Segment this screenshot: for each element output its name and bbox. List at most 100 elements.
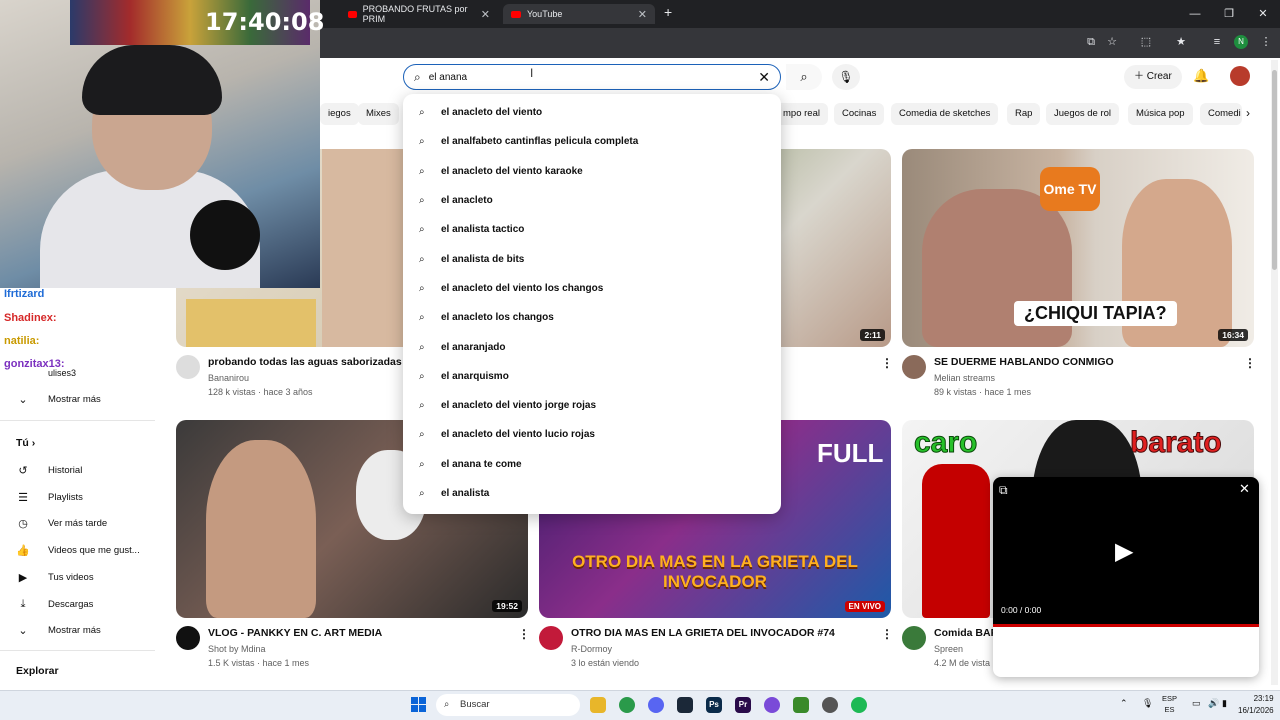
chip[interactable]: Cocinas [834,103,885,125]
show-more-button[interactable]: ⌄ Mostrar más [16,624,100,637]
search-button[interactable]: ⌕ [786,64,822,90]
video-thumbnail[interactable]: Ome TV ¿CHIQUI TAPIA? 16:34 [902,149,1254,347]
chip[interactable]: Comedi [1200,103,1242,125]
sidebar-item-watch-later[interactable]: ◷ Ver más tarde [16,517,107,530]
channel-name[interactable]: Melian streams [934,373,995,383]
chip[interactable]: mpo real [775,103,828,125]
more-options-icon[interactable]: ⋮ [881,356,893,370]
scrollbar-thumb[interactable] [1272,70,1277,270]
windows-start-icon[interactable] [411,697,427,713]
sidebar-item-historial[interactable]: ↺ Historial [16,464,82,477]
sidebar-item-liked[interactable]: 👍 Videos que me gust... [16,544,140,557]
voice-search-icon[interactable]: 🎙 [832,64,860,90]
you-section-header[interactable]: Tú › [16,437,35,449]
premiere-icon[interactable]: Pr [735,697,751,713]
chip[interactable]: Música pop [1128,103,1193,125]
obs-icon[interactable] [822,697,838,713]
install-app-icon[interactable]: ⧉ [1084,35,1098,49]
search-input[interactable]: ⌕ el anana ✕ [403,64,781,90]
media-control-icon[interactable]: ≡ [1210,35,1224,49]
taskbar-search[interactable]: ⌕ Buscar [436,694,580,716]
browser-menu-icon[interactable]: ⋮ [1259,35,1273,49]
notifications-bell-icon[interactable]: 🔔 [1193,68,1209,84]
search-suggestion[interactable]: ⌕ el anacleto del viento lucio rojas [403,420,781,449]
chip[interactable]: Juegos de rol [1046,103,1120,125]
bookmark-star-icon[interactable]: ☆ [1105,35,1119,49]
search-suggestion[interactable]: ⌕ el anacleto del viento karaoke [403,157,781,186]
channel-avatar[interactable] [176,626,200,650]
search-suggestion[interactable]: ⌕ el anacleto del viento los changos [403,274,781,303]
video-title[interactable]: probando todas las aguas saborizadas !! [208,356,412,368]
volume-icon[interactable]: 🔊 [1208,698,1219,709]
search-suggestion[interactable]: ⌕ el anana te come [403,450,781,479]
search-suggestion[interactable]: ⌕ el anarquismo [403,362,781,391]
discord-icon[interactable] [648,697,664,713]
file-explorer-icon[interactable] [590,697,606,713]
account-avatar[interactable] [1230,66,1250,86]
create-button[interactable]: ＋ Crear [1124,65,1182,89]
browser-profile-avatar[interactable]: N [1234,35,1248,49]
chip[interactable]: iegos [320,103,359,125]
page-scrollbar[interactable] [1271,60,1278,685]
sidebar-item-downloads[interactable]: ⤓ Descargas [16,598,94,611]
search-suggestion[interactable]: ⌕ el analfabeto cantinflas pelicula compl… [403,127,781,156]
play-icon[interactable]: ▶ [1115,537,1133,566]
video-title[interactable]: OTRO DIA MAS EN LA GRIETA DEL INVOCADOR … [571,627,835,639]
expand-player-icon[interactable]: ⧉ [999,483,1008,498]
search-suggestion[interactable]: ⌕ el analista de bits [403,244,781,273]
chip[interactable]: Comedia de sketches [891,103,999,125]
language-indicator[interactable]: ESP ES [1162,693,1177,715]
close-player-icon[interactable]: ✕ [1239,481,1250,497]
more-options-icon[interactable]: ⋮ [518,627,530,641]
channel-avatar[interactable] [902,626,926,650]
channel-name[interactable]: R-Dormoy [571,644,612,654]
chip[interactable]: Rap [1007,103,1041,125]
app-icon[interactable] [764,697,780,713]
chip[interactable]: Mixes [358,103,399,125]
show-more-button[interactable]: ⌄ Mostrar más [16,393,100,406]
restore-icon[interactable]: ❐ [1212,0,1246,28]
channel-avatar[interactable] [902,355,926,379]
video-title[interactable]: SE DUERME HABLANDO CONMIGO [934,356,1114,368]
search-suggestion[interactable]: ⌕ el anacleto [403,186,781,215]
search-suggestion[interactable]: ⌕ el anacleto los changos [403,303,781,332]
mic-tray-icon[interactable]: 🎙 [1142,698,1153,709]
tray-chevron-icon[interactable]: ⌃ [1120,698,1128,709]
photoshop-icon[interactable]: Ps [706,697,722,713]
video-title[interactable]: VLOG - PANKKY EN C. ART MEDIA [208,627,382,639]
mini-player[interactable]: ⧉ ✕ ▶ 0:00 / 0:00 [993,477,1259,677]
spotify-icon[interactable] [851,697,867,713]
channel-name[interactable]: Shot by Mdina [208,644,266,654]
extensions-icon[interactable]: ⬚ [1139,35,1153,49]
network-icon[interactable]: ▭ [1192,698,1201,709]
favorites-icon[interactable]: ★ [1174,35,1188,49]
player-progress-bar[interactable] [993,624,1259,627]
sidebar-item-playlists[interactable]: ☰ Playlists [16,491,83,504]
system-clock[interactable]: 23:19 16/1/2026 [1238,693,1274,717]
chevron-right-icon[interactable]: › [1246,106,1250,120]
channel-name[interactable]: Bananirou [208,373,249,383]
search-value[interactable]: el anana [429,72,759,83]
more-options-icon[interactable]: ⋮ [1244,356,1256,370]
minecraft-icon[interactable] [793,697,809,713]
video-title[interactable]: Comida BAR [934,627,998,639]
browser-tab-2[interactable]: YouTube ✕ [503,4,655,24]
minimize-icon[interactable]: — [1178,0,1212,28]
close-tab-icon[interactable]: ✕ [638,8,647,21]
search-suggestion[interactable]: ⌕ el anacleto del viento [403,98,781,127]
search-suggestion[interactable]: ⌕ el analista tactico [403,215,781,244]
clear-search-icon[interactable]: ✕ [758,69,770,86]
browser-tab-1[interactable]: PROBANDO FRUTAS por PRIM ✕ [340,4,498,24]
search-suggestion[interactable]: ⌕ el analista [403,479,781,508]
close-window-icon[interactable]: ✕ [1246,0,1280,28]
channel-name[interactable]: Spreen [934,644,963,654]
close-tab-icon[interactable]: ✕ [481,8,490,21]
more-options-icon[interactable]: ⋮ [881,627,893,641]
sidebar-item-your-videos[interactable]: ▶ Tus videos [16,571,94,584]
battery-icon[interactable]: ▮ [1222,698,1227,709]
search-suggestion[interactable]: ⌕ el anaranjado [403,332,781,361]
chrome-icon[interactable] [619,697,635,713]
channel-avatar[interactable] [539,626,563,650]
new-tab-button[interactable]: + [664,4,672,20]
search-suggestion[interactable]: ⌕ el anacleto del viento jorge rojas [403,391,781,420]
